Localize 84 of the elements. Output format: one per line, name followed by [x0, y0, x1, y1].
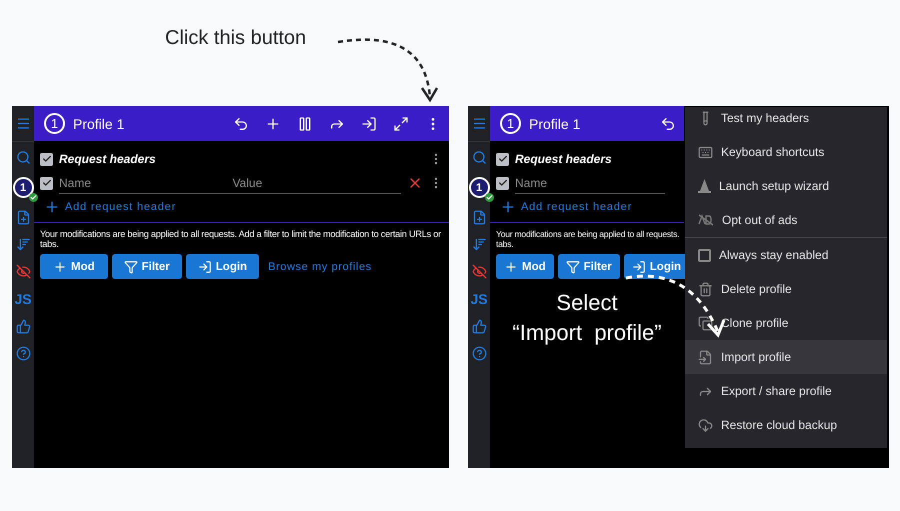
mod-button[interactable]: Mod	[40, 254, 108, 279]
checkbox[interactable]	[496, 176, 509, 190]
login-icon	[632, 260, 646, 274]
profile-title: Profile 1	[73, 116, 126, 132]
file-icon[interactable]	[698, 350, 713, 364]
filter-icon	[124, 260, 138, 274]
menu-icon[interactable]	[472, 116, 486, 131]
plus-icon	[504, 260, 518, 274]
keyboard-icon[interactable]	[698, 144, 713, 160]
name-field[interactable]: Name	[515, 172, 665, 194]
profile-number: 1	[500, 113, 521, 134]
login-button[interactable]: Login	[186, 254, 260, 279]
expand-icon[interactable]	[393, 116, 409, 132]
plus-icon	[44, 199, 60, 215]
checkbox[interactable]	[40, 152, 53, 166]
help-icon[interactable]	[16, 346, 30, 361]
menu-icon[interactable]	[16, 116, 30, 131]
login-icon[interactable]	[361, 116, 377, 132]
menu-item-label: Delete profile	[721, 282, 792, 296]
menu-item[interactable]: Opt out of ads	[685, 203, 887, 237]
checkbox[interactable]	[698, 248, 711, 262]
menu-item-label: Launch setup wizard	[719, 179, 830, 193]
cloud-download-icon[interactable]	[698, 418, 713, 432]
copy-icon[interactable]	[698, 316, 713, 330]
menu-item-label: Import profile	[721, 350, 792, 364]
crossed-out-icon	[698, 214, 714, 226]
undo-icon[interactable]	[233, 116, 249, 132]
value-field[interactable]: Value	[232, 172, 401, 194]
checkbox[interactable]	[40, 176, 53, 190]
pause-icon[interactable]	[297, 116, 313, 132]
filter-icon	[566, 260, 580, 274]
menu-item[interactable]: Import profile	[685, 340, 887, 374]
menu-item-label: Keyboard shortcuts	[721, 145, 824, 159]
add-header-link[interactable]: Add request header	[44, 195, 443, 219]
check-icon	[484, 193, 494, 202]
group-title: Request headers	[59, 152, 157, 166]
menu-item-label: Export / share profile	[721, 384, 832, 398]
js-label[interactable]: JS	[14, 291, 32, 307]
wizard-hat-icon	[698, 178, 711, 194]
menu-item-label: Test my headers	[721, 111, 810, 125]
eye-off-icon[interactable]	[16, 264, 30, 279]
check-icon	[28, 193, 38, 202]
eye-off-icon[interactable]	[472, 264, 486, 279]
filter-button[interactable]: Filter	[558, 254, 620, 279]
name-field[interactable]: Name	[59, 172, 232, 194]
search-icon[interactable]	[472, 150, 486, 165]
trash-icon[interactable]	[698, 282, 713, 296]
notice-text: tabs.	[496, 239, 514, 249]
browse-link[interactable]: Browse my profiles	[268, 260, 372, 272]
sort-icon[interactable]	[16, 237, 30, 252]
plus-icon	[500, 199, 516, 215]
add-icon[interactable]	[265, 116, 281, 132]
help-icon[interactable]	[472, 346, 486, 361]
login-icon	[198, 260, 212, 274]
notice-text: tabs.	[40, 239, 60, 249]
plus-icon	[53, 260, 67, 274]
js-label[interactable]: JS	[470, 291, 488, 307]
menu-item-label: Always stay enabled	[719, 248, 828, 262]
menu-item[interactable]: Launch setup wizard	[685, 169, 887, 203]
thumbs-up-icon[interactable]	[16, 319, 30, 334]
menu-item-label: Opt out of ads	[722, 213, 798, 227]
filter-button[interactable]: Filter	[112, 254, 182, 279]
mod-button[interactable]: Mod	[496, 254, 554, 279]
menu-item[interactable]: Restore cloud backup	[685, 408, 887, 442]
notice-text: Your modifications are being applied to all requests. Add a filter to limit the modification to certain URLs or	[40, 229, 442, 239]
menu-item[interactable]: Test my headers	[685, 107, 887, 135]
instruction-caption: Click this button	[165, 27, 306, 49]
checkbox[interactable]	[496, 152, 509, 166]
undo-icon[interactable]	[660, 116, 676, 132]
menu-item-label: Restore cloud backup	[721, 418, 838, 432]
callout-text: “Import profile”	[512, 320, 662, 346]
callout-text: Select	[556, 290, 618, 316]
group-title: Request headers	[515, 152, 613, 166]
sort-icon[interactable]	[472, 237, 486, 252]
profile-number: 1	[44, 113, 65, 134]
thumbs-up-icon[interactable]	[472, 319, 486, 334]
file-plus-icon[interactable]	[16, 210, 30, 225]
file-plus-icon[interactable]	[472, 210, 486, 225]
menu-item[interactable]: Keyboard shortcuts	[685, 135, 887, 169]
menu-item[interactable]: Export / share profile	[685, 374, 887, 408]
search-icon[interactable]	[16, 150, 30, 165]
profile-title: Profile 1	[529, 116, 582, 132]
notice-text: Your modifications are being applied to all requests.	[496, 229, 678, 239]
add-header-link[interactable]: Add request header	[500, 195, 678, 219]
